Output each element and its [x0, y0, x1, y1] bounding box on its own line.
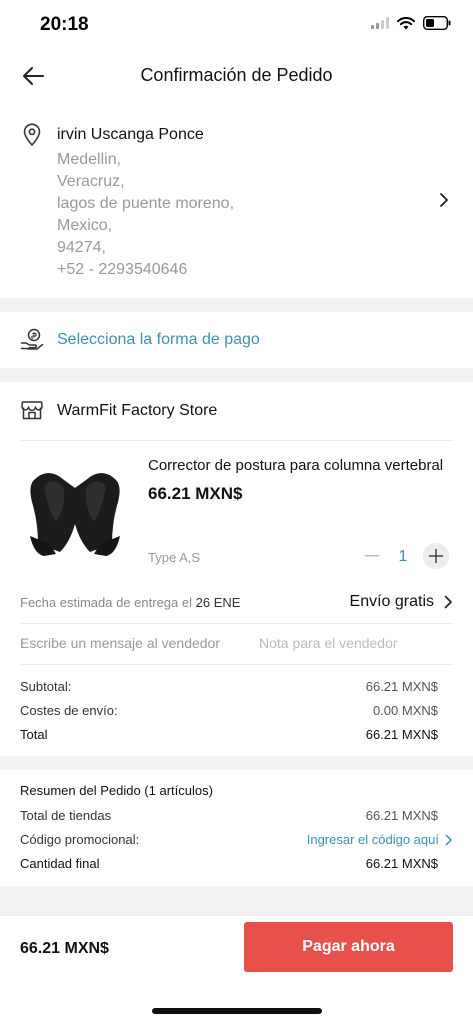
payment-hand-icon: [20, 328, 44, 350]
chevron-right-icon: [440, 193, 448, 207]
pay-now-button[interactable]: Pagar ahora: [244, 922, 453, 972]
footer-total: 66.21 MXN$: [20, 940, 109, 957]
address-line: lagos de puente moreno,: [57, 195, 235, 212]
seller-message-label: Escribe un mensaje al vendedor: [20, 635, 221, 651]
subtotal-row: Subtotal: 66.21 MXN$: [20, 679, 438, 694]
recipient-name: irvin Uscanga Ponce: [57, 126, 204, 143]
chevron-right-icon: [444, 595, 452, 609]
address-lines: Medellin, Veracruz, lagos de puente more…: [57, 149, 234, 281]
location-pin-icon: [23, 123, 41, 147]
stores-total-value: 66.21 MXN$: [365, 808, 438, 823]
store-icon: [21, 401, 43, 420]
section-divider: [0, 756, 473, 770]
store-name: WarmFit Factory Store: [57, 402, 218, 419]
promo-code-link[interactable]: Ingresar el código aquí: [307, 832, 453, 847]
phone-number: +52 - 2293540646: [57, 261, 188, 278]
address-line: Mexico,: [57, 217, 113, 234]
promo-code-label: Código promocional:: [20, 832, 140, 847]
address-line: Medellin,: [57, 151, 122, 168]
seller-message-row: Escribe un mensaje al vendedor: [0, 624, 473, 664]
shipping-option-link[interactable]: Envío gratis: [350, 593, 453, 611]
shipping-cost-row: Costes de envío: 0.00 MXN$: [20, 703, 438, 718]
battery-icon: [423, 16, 451, 30]
stores-total-label: Total de tiendas: [20, 808, 112, 823]
product-title[interactable]: Corrector de postura para columna verteb…: [148, 457, 458, 474]
delivery-label: Fecha estimada de entrega el: [20, 595, 192, 610]
payment-method-selector[interactable]: Selecciona la forma de pago: [0, 312, 473, 368]
final-amount-row: Cantidad final 66.21 MXN$: [20, 856, 438, 871]
section-divider: [0, 368, 473, 382]
chevron-right-icon: [445, 834, 452, 845]
final-amount-value: 66.21 MXN$: [365, 856, 438, 871]
shipping-option-label: Envío gratis: [349, 593, 434, 610]
shipping-address[interactable]: irvin Uscanga Ponce Medellin, Veracruz, …: [0, 110, 473, 298]
quantity-value: 1: [398, 548, 408, 565]
wifi-icon: [397, 16, 415, 29]
store-header[interactable]: WarmFit Factory Store: [0, 382, 473, 440]
promo-code-row: Código promocional: Ingresar el código a…: [20, 832, 453, 847]
subtotal-value: 66.21 MXN$: [365, 679, 438, 694]
delivery-estimate: Fecha estimada de entrega el 26 ENE: [20, 595, 240, 610]
total-label: Total: [20, 727, 48, 742]
address-line: 94274,: [57, 239, 106, 256]
promo-code-link-label: Ingresar el código aquí: [306, 832, 439, 847]
shipping-cost-value: 0.00 MXN$: [372, 703, 438, 718]
product-price: 66.21 MXN$: [148, 484, 243, 503]
divider: [20, 664, 453, 665]
address-line: Veracruz,: [57, 173, 125, 190]
delivery-row: Fecha estimada de entrega el 26 ENE Enví…: [0, 585, 473, 621]
delivery-date: 26 ENE: [195, 595, 241, 610]
section-divider: [0, 886, 473, 915]
shipping-cost-label: Costes de envío:: [20, 703, 118, 718]
checkout-footer: 66.21 MXN$ Pagar ahora: [0, 915, 473, 980]
header: Confirmación de Pedido: [0, 50, 473, 102]
home-indicator[interactable]: [152, 1008, 322, 1014]
final-amount-label: Cantidad final: [20, 856, 100, 871]
order-summary-title: Resumen del Pedido (1 artículos): [20, 783, 213, 798]
product-variant: Type A,S: [148, 550, 201, 565]
stores-total-row: Total de tiendas 66.21 MXN$: [20, 808, 438, 823]
page-title: Confirmación de Pedido: [140, 65, 333, 85]
product-image[interactable]: [20, 460, 130, 570]
seller-note-input[interactable]: [252, 628, 452, 658]
minus-icon: [365, 555, 379, 557]
total-row: Total 66.21 MXN$: [20, 727, 438, 742]
section-divider: [0, 298, 473, 312]
plus-icon: [429, 549, 443, 563]
subtotal-label: Subtotal:: [20, 679, 72, 694]
product-item: Corrector de postura para columna verteb…: [0, 440, 473, 585]
quantity-decrease-button[interactable]: [360, 544, 384, 568]
status-icons: [371, 16, 451, 30]
status-bar: 20:18: [0, 0, 473, 50]
status-time: 20:18: [40, 14, 89, 35]
payment-method-label: Selecciona la forma de pago: [57, 331, 260, 348]
signal-icon: [371, 17, 389, 29]
total-value: 66.21 MXN$: [365, 727, 438, 742]
quantity-increase-button[interactable]: [423, 543, 449, 569]
